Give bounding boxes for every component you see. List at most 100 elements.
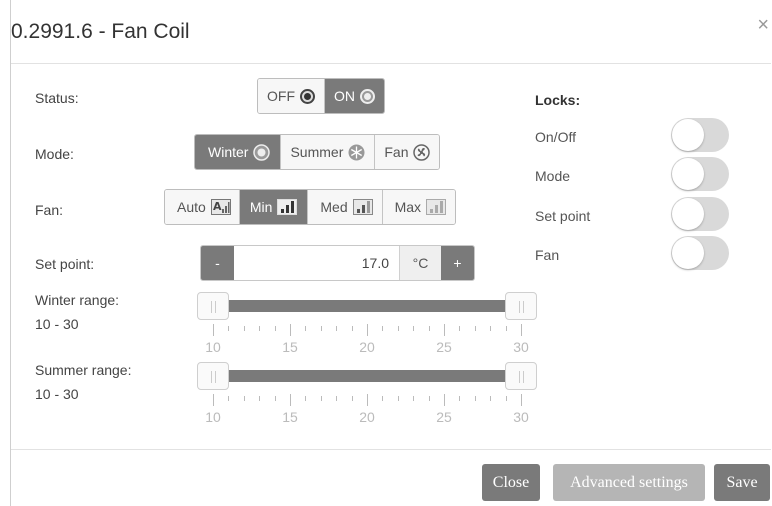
range-tick-label: 10 [205,339,221,355]
svg-text:A: A [213,200,222,213]
range-tick [336,326,338,331]
range-tick [397,326,399,331]
lock-onoff-label: On/Off [535,129,576,145]
lock-onoff-toggle[interactable] [671,118,729,152]
sun-icon [253,143,271,161]
fan-icon [413,143,431,161]
status-toggle-group: OFF ON [257,78,385,114]
range-tick [490,396,492,401]
power-icon [360,88,375,104]
lock-setpoint-toggle[interactable] [671,197,729,231]
fan-med-button[interactable]: Med [308,190,383,224]
range-tick-label: 25 [436,409,452,425]
setpoint-spinner: - 17.0 °C + [200,245,475,281]
fan-auto-icon: A [210,199,231,215]
locks-title: Locks: [535,92,581,108]
range-tick [228,396,230,401]
mode-summer-button[interactable]: Summer [281,135,376,169]
range-tick [459,396,461,401]
lock-fan-toggle[interactable] [671,236,729,270]
range-tick [320,396,322,401]
range-min-handle[interactable] [197,362,229,390]
range-tick [213,324,214,336]
range-tick [505,396,507,401]
winter-range-value: 10 - 30 [35,316,79,332]
range-track [213,300,521,312]
range-tick [382,326,384,331]
summer-range-slider[interactable]: 10 15 20 25 30 [197,360,537,425]
winter-range-slider[interactable]: 10 15 20 25 30 [197,290,537,355]
range-tick [459,326,461,331]
range-tick [382,396,384,401]
range-tick-label: 15 [282,339,298,355]
fan-min-icon [277,199,298,215]
range-tick [228,326,230,331]
range-tick [290,324,291,336]
status-on-button[interactable]: ON [325,79,384,113]
range-tick-label: 20 [359,409,375,425]
range-tick [444,394,445,406]
lock-fan-label: Fan [535,247,560,263]
dialog-title: 0.2991.6 - Fan Coil [11,20,190,43]
close-button[interactable]: Close [482,464,540,501]
save-button[interactable]: Save [714,464,770,501]
winter-range-label: Winter range: [35,292,120,308]
setpoint-unit: °C [399,246,441,280]
range-tick [320,326,322,331]
status-off-button[interactable]: OFF [258,79,325,113]
fan-coil-dialog: 0.2991.6 - Fan Coil × Status: OFF ON Mod… [10,0,771,506]
range-tick [351,326,353,331]
fan-med-icon [352,199,373,215]
range-tick [490,326,492,331]
range-tick [367,324,368,336]
range-tick [413,396,415,401]
range-tick [259,326,261,331]
range-tick [305,326,307,331]
range-min-handle[interactable] [197,292,229,320]
range-tick [367,394,368,406]
fan-max-icon [426,199,447,215]
fan-speed-group: Auto A Min Med Max [164,189,457,225]
setpoint-value[interactable]: 17.0 [234,246,399,280]
setpoint-increase-button[interactable]: + [441,246,474,280]
setpoint-label: Set point: [35,256,95,272]
range-tick [521,324,522,336]
fan-auto-button[interactable]: Auto A [165,190,240,224]
fan-max-button[interactable]: Max [382,190,456,224]
range-tick [290,394,291,406]
range-max-handle[interactable] [505,362,537,390]
lock-mode-label: Mode [535,168,571,184]
range-tick-label: 10 [205,409,221,425]
lock-mode-toggle[interactable] [671,157,729,191]
mode-fan-button[interactable]: Fan [375,135,440,169]
fan-min-button[interactable]: Min [239,190,309,224]
range-tick-label: 30 [513,339,529,355]
setpoint-decrease-button[interactable]: - [201,246,234,280]
power-icon [300,88,315,104]
dialog-header: 0.2991.6 - Fan Coil × [11,0,771,64]
range-tick [521,394,522,406]
range-tick [474,326,476,331]
status-label: Status: [35,90,79,106]
range-tick [243,326,245,331]
range-tick-label: 15 [282,409,298,425]
range-tick [413,326,415,331]
advanced-settings-button[interactable]: Advanced settings [553,464,705,501]
range-tick [305,396,307,401]
range-tick [213,394,214,406]
range-tick-label: 25 [436,339,452,355]
snowflake-icon [348,144,365,160]
range-tick [444,324,445,336]
range-tick [243,396,245,401]
mode-winter-button[interactable]: Winter [195,135,282,169]
close-icon[interactable]: × [757,14,769,37]
range-tick [351,396,353,401]
mode-label: Mode: [35,146,74,162]
range-track [213,370,521,382]
range-tick [428,326,430,331]
range-tick [428,396,430,401]
range-max-handle[interactable] [505,292,537,320]
summer-range-value: 10 - 30 [35,386,79,402]
footer-divider [11,449,771,450]
fan-label: Fan: [35,202,64,218]
